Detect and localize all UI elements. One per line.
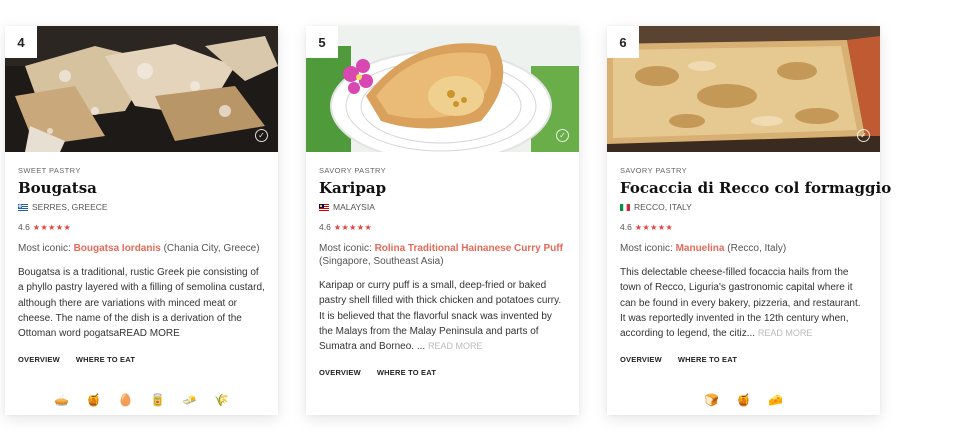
focaccia-photo [607,26,880,152]
checkmark-icon[interactable]: ✓ [556,129,569,142]
rank-badge: 4 [5,26,37,58]
dish-rating: 4.6 ★★★★★ [620,221,867,233]
dish-origin[interactable]: RECCO, ITALY [620,201,867,213]
tab-overview[interactable]: OVERVIEW [319,368,361,377]
dish-category: SAVORY PASTRY [319,166,387,175]
tab-overview[interactable]: OVERVIEW [620,355,662,364]
butter-icon[interactable]: 🧈 [181,393,199,407]
rating-value: 4.6 [18,222,30,232]
description-text: This delectable cheese-filled focaccia h… [620,267,861,340]
jar-icon[interactable]: 🥫 [149,393,167,407]
iconic-location: (Recco, Italy) [724,243,787,254]
iconic-place-link[interactable]: Manuelina [676,243,725,254]
dish-title[interactable]: Karipap [319,179,566,199]
bougatsa-photo [5,26,278,152]
bread-icon[interactable]: 🍞 [703,393,721,407]
cheese-icon[interactable]: 🧀 [767,393,785,407]
checkmark-icon[interactable]: ✓ [857,129,870,142]
tab-where-to-eat[interactable]: WHERE TO EAT [377,368,436,377]
dish-title[interactable]: Focaccia di Recco col formaggio [620,179,891,199]
dish-category: SWEET PASTRY [18,166,81,175]
grain-icon[interactable]: 🌾 [213,393,231,407]
read-more-link[interactable]: READ MORE [758,328,813,338]
dish-origin[interactable]: SERRES, GREECE [18,201,265,213]
most-iconic: Most iconic: Rolina Traditional Hainanes… [319,242,566,268]
dish-card-bougatsa[interactable]: 4 ✓ SWEET PASTRY Bougatsa SERRES, GREECE… [5,26,278,415]
dish-description: This delectable cheese-filled focaccia h… [620,265,867,341]
checkmark-icon[interactable]: ✓ [255,129,268,142]
origin-label: RECCO, ITALY [634,202,692,212]
egg-icon[interactable]: 🥚 [117,393,135,407]
star-icons: ★★★★★ [32,222,72,232]
most-iconic: Most iconic: Bougatsa Iordanis (Chania C… [18,242,265,255]
rating-value: 4.6 [319,222,331,232]
dish-origin[interactable]: MALAYSIA [319,201,566,213]
tab-where-to-eat[interactable]: WHERE TO EAT [678,355,737,364]
star-icons: ★★★★★ [333,222,373,232]
card-tabs: OVERVIEW WHERE TO EAT [620,355,867,364]
iconic-label: Most iconic: [620,243,676,254]
iconic-place-link[interactable]: Rolina Traditional Hainanese Curry Puff [375,243,563,254]
greece-flag-icon [18,203,28,211]
italy-flag-icon [620,203,630,211]
malaysia-flag-icon [319,203,329,211]
tab-overview[interactable]: OVERVIEW [18,355,60,364]
dish-category: SAVORY PASTRY [620,166,688,175]
ingredient-icons: 🥧 🍯 🥚 🥫 🧈 🌾 [5,393,278,407]
honey-icon[interactable]: 🍯 [85,393,103,407]
card-tabs: OVERVIEW WHERE TO EAT [18,355,265,364]
honey-icon[interactable]: 🍯 [735,393,753,407]
origin-label: MALAYSIA [333,202,375,212]
ingredient-icons: 🍞 🍯 🧀 [607,393,880,407]
dish-rating: 4.6 ★★★★★ [319,221,566,233]
karipap-photo [306,26,579,152]
read-more-link[interactable]: READ MORE [428,341,483,351]
dish-photo[interactable]: 5 ✓ [306,26,579,152]
iconic-place-link[interactable]: Bougatsa Iordanis [74,243,161,254]
origin-label: SERRES, GREECE [32,202,108,212]
read-more-link[interactable]: READ MORE [119,328,180,339]
dish-description: Bougatsa is a traditional, rustic Greek … [18,265,265,341]
iconic-label: Most iconic: [319,243,375,254]
rank-badge: 5 [306,26,338,58]
star-icons: ★★★★★ [634,222,674,232]
most-iconic: Most iconic: Manuelina (Recco, Italy) [620,242,867,255]
tab-where-to-eat[interactable]: WHERE TO EAT [76,355,135,364]
dish-rating: 4.6 ★★★★★ [18,221,265,233]
pie-icon[interactable]: 🥧 [53,393,71,407]
iconic-location: (Singapore, Southeast Asia) [319,256,444,267]
card-tabs: OVERVIEW WHERE TO EAT [319,368,566,377]
dish-photo[interactable]: 4 ✓ [5,26,278,152]
dish-description: Karipap or curry puff is a small, deep-f… [319,278,566,354]
rank-badge: 6 [607,26,639,58]
dish-title[interactable]: Bougatsa [18,179,265,199]
dish-card-karipap[interactable]: 5 ✓ SAVORY PASTRY Karipap MALAYSIA 4.6 ★… [306,26,579,415]
iconic-location: (Chania City, Greece) [160,243,260,254]
rating-value: 4.6 [620,222,632,232]
dish-card-focaccia[interactable]: 6 ✓ SAVORY PASTRY Focaccia di Recco col … [607,26,891,415]
iconic-label: Most iconic: [18,243,74,254]
dish-photo[interactable]: 6 ✓ [607,26,880,152]
